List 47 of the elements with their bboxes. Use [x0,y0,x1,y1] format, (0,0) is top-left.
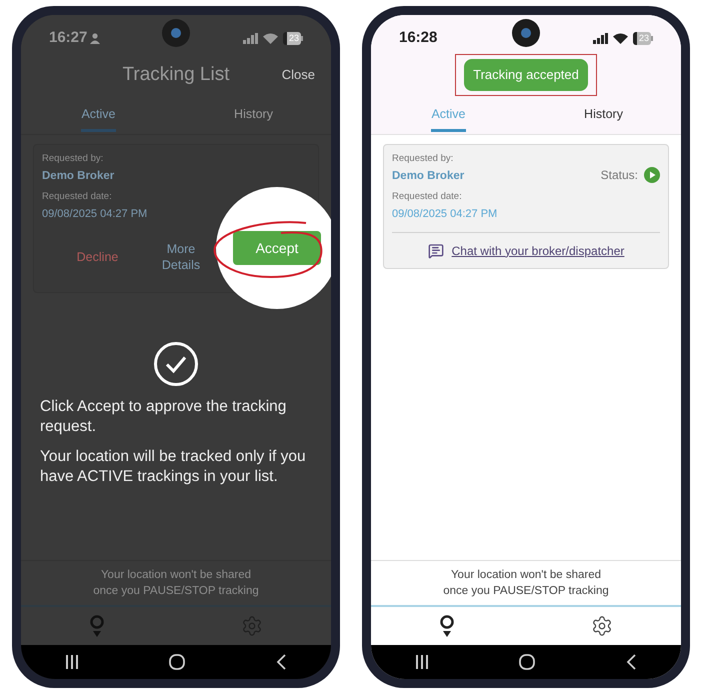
accept-button[interactable]: Accept [233,231,321,265]
camera-icon [512,19,540,47]
success-toast: Tracking accepted [464,59,588,91]
more-details-button[interactable]: More Details [159,241,203,274]
status-label: Status: [600,167,638,184]
broker-name: Demo Broker [392,169,466,184]
clock-time: 16:27 [49,28,88,48]
signal-icon [242,32,258,44]
requested-date: 09/08/2025 04:27 PM [392,206,498,222]
broker-name: Demo Broker [42,169,116,184]
clock-time: 16:28 [399,28,438,48]
tab[interactable]: History [526,95,681,134]
home-icon[interactable] [518,654,535,670]
back-icon[interactable] [626,654,636,670]
tab[interactable]: Active [21,95,176,134]
camera-icon [162,19,190,47]
recent-apps-icon[interactable] [66,655,78,669]
back-icon[interactable] [276,654,286,670]
home-icon[interactable] [168,654,185,670]
screen-title: Tracking List [122,62,230,87]
field-label: Requested by: [42,152,104,166]
tab[interactable]: Active [371,95,526,134]
chat-icon [428,242,444,259]
settings-icon[interactable] [591,615,613,637]
tab[interactable]: History [176,95,331,134]
notice-text: once you PAUSE/STOP tracking [443,584,609,599]
instruction-text: Click Accept to approve the tracking request. [40,397,288,438]
wifi-icon [262,32,278,44]
field-label: Requested date: [392,190,463,204]
requested-date: 09/08/2025 04:27 PM [42,206,148,222]
signal-icon [592,32,608,44]
notice-text: once you PAUSE/STOP tracking [93,584,259,599]
field-label: Requested date: [42,190,113,204]
battery-level: 23 [288,34,299,42]
chat-link[interactable]: Chat with your broker/dispatcher [452,242,624,260]
person-icon [90,32,100,44]
decline-button[interactable]: Decline [50,249,145,266]
field-label: Requested by: [392,152,454,166]
recent-apps-icon[interactable] [416,655,428,669]
notice-text: Your location won't be shared [450,568,602,583]
battery-level: 23 [638,34,649,42]
check-circle-icon [153,341,199,388]
close-link[interactable]: Close [282,65,315,85]
instruction-text: Your location will be tracked only if you have ACTIVE trackings in your list. [40,447,307,488]
wifi-icon [612,32,628,44]
location-pin-icon[interactable] [439,615,455,637]
notice-text: Your location won't be shared [100,568,252,583]
